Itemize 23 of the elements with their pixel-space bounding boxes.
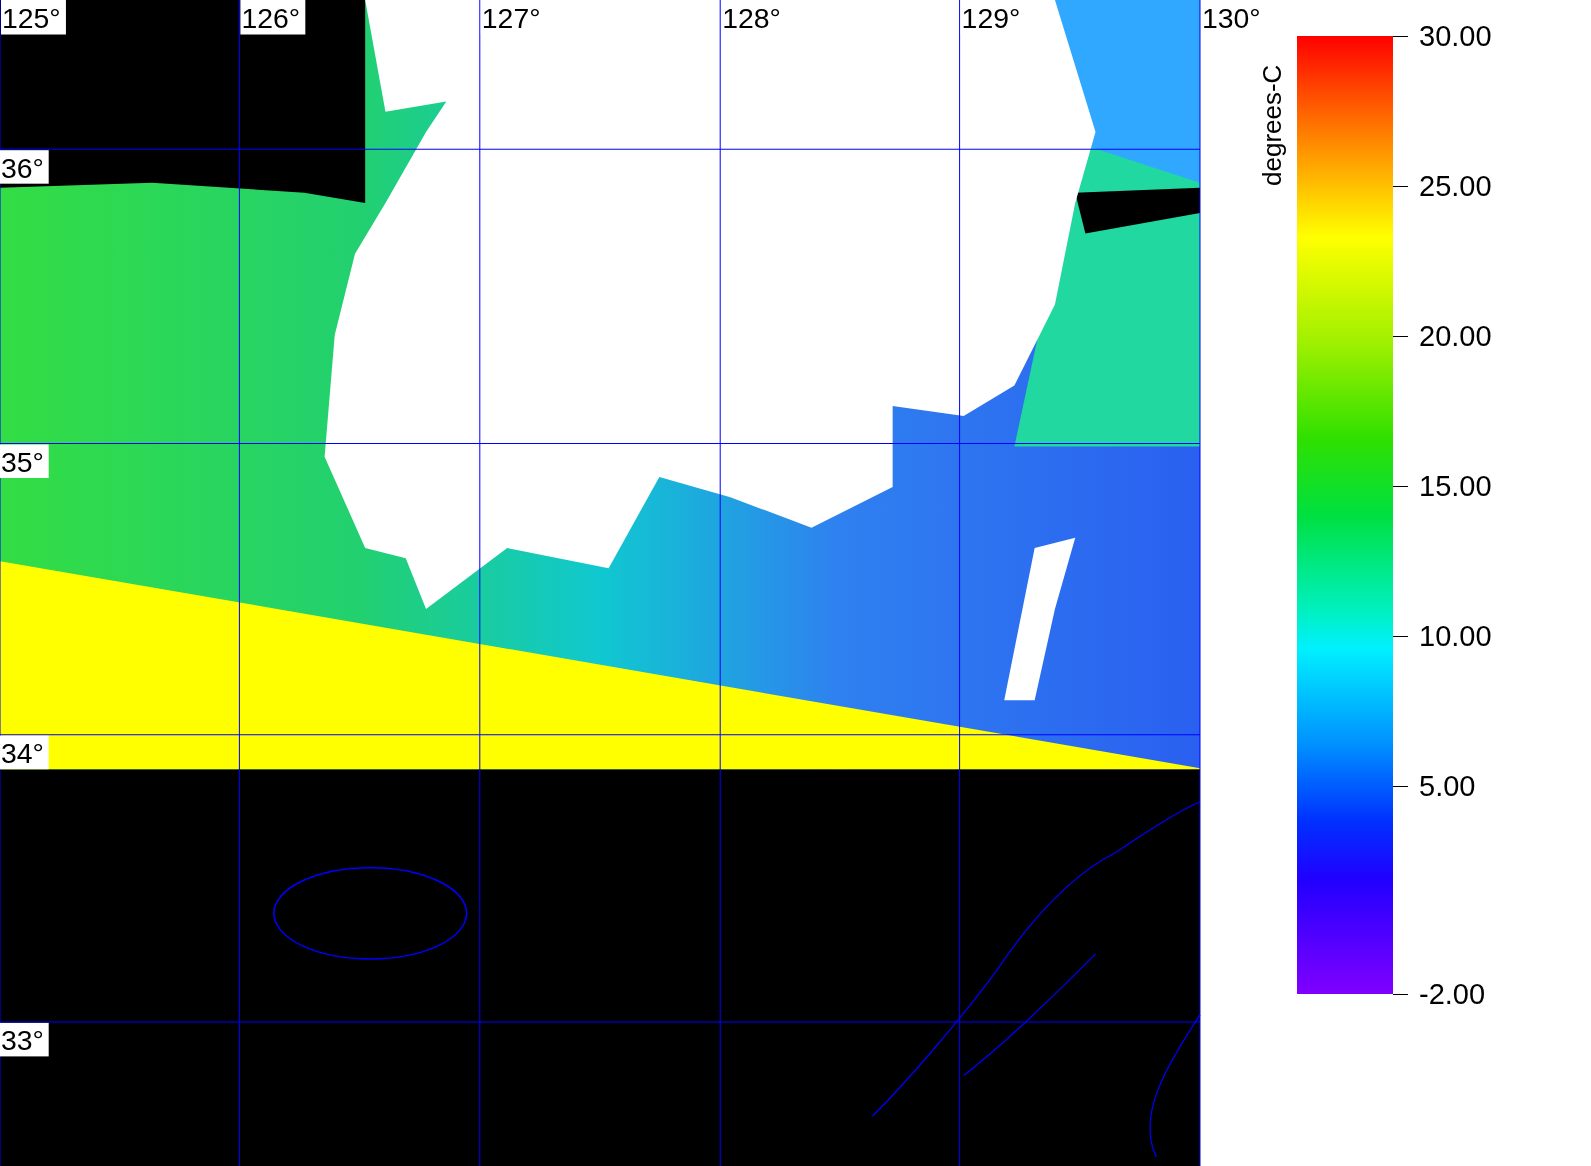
tick-mark <box>1393 786 1408 787</box>
unit-label: degrees-C <box>1258 64 1286 186</box>
scale-value: 25.00 <box>1419 171 1492 201</box>
tick-mark <box>1393 994 1408 995</box>
tick-mark <box>1393 186 1408 187</box>
latitude-label: 34° <box>0 735 49 770</box>
tick-mark <box>1393 336 1408 337</box>
latitude-label: 35° <box>0 444 49 478</box>
tick-mark <box>1393 486 1408 487</box>
tick-mark <box>1393 36 1408 37</box>
scale-value: 15.00 <box>1419 471 1492 501</box>
scale-value: 10.00 <box>1419 621 1492 651</box>
scale-value: 5.00 <box>1419 771 1476 801</box>
tick-mark <box>1393 636 1408 637</box>
scale-value: -2.00 <box>1419 979 1486 1009</box>
longitude-label: 130° <box>1201 0 1266 35</box>
scale-value: 20.00 <box>1419 321 1492 351</box>
longitude-label: 126° <box>240 0 306 35</box>
latitude-label: 33° <box>0 1022 49 1057</box>
scale-value: 30.00 <box>1419 21 1492 51</box>
latitude-label: 36° <box>0 150 49 184</box>
longitude-label: 128° <box>721 0 787 35</box>
longitude-label: 125° <box>1 0 66 35</box>
